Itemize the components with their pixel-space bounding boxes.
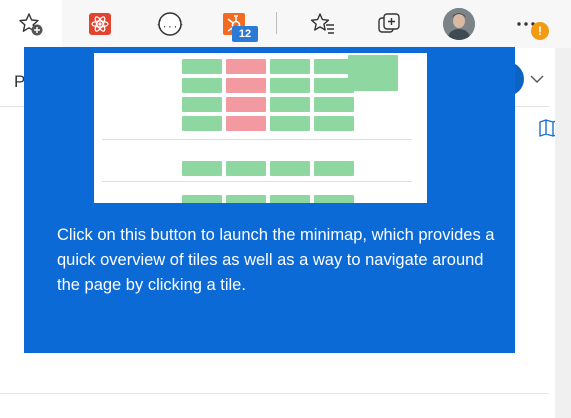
preview-tile <box>270 78 310 93</box>
add-favorite-button[interactable] <box>0 0 62 48</box>
preview-row <box>94 55 427 91</box>
preview-row <box>94 116 427 132</box>
preview-tile <box>314 116 354 131</box>
minimap-preview-image <box>94 53 427 203</box>
extension-react-button[interactable] <box>82 6 118 42</box>
preview-tile <box>270 195 310 203</box>
preview-divider <box>102 181 412 182</box>
preview-row <box>94 78 427 94</box>
extension-badge-count: 12 <box>232 26 258 42</box>
favorite-add-icon <box>19 13 43 36</box>
preview-tile <box>226 116 266 131</box>
chevron-down-icon[interactable] <box>528 70 546 88</box>
preview-row <box>94 161 427 177</box>
svg-text:{...}: {...} <box>157 21 183 31</box>
preview-tile <box>226 161 266 176</box>
extension-json-icon: {...} <box>157 12 183 36</box>
preview-tile <box>182 195 222 203</box>
minimap-teaching-popup: Click on this button to launch the minim… <box>24 47 515 353</box>
extension-react-icon <box>89 13 111 35</box>
preview-tile <box>226 195 266 203</box>
update-alert-badge: ! <box>531 22 549 40</box>
favorites-button[interactable] <box>305 6 341 42</box>
preview-tile <box>270 59 310 74</box>
collections-button[interactable] <box>371 6 407 42</box>
preview-row <box>94 97 427 113</box>
preview-tile <box>182 161 222 176</box>
preview-divider <box>102 139 412 140</box>
preview-tile <box>226 97 266 112</box>
profile-avatar[interactable] <box>443 8 475 40</box>
preview-tile <box>314 78 354 93</box>
page-scrollbar[interactable] <box>555 48 571 418</box>
preview-tile <box>314 97 354 112</box>
preview-row <box>94 195 427 203</box>
preview-tile <box>182 59 222 74</box>
popup-message: Click on this button to launch the minim… <box>57 226 495 294</box>
preview-tile <box>182 116 222 131</box>
collections-icon <box>378 13 400 33</box>
extension-json-button[interactable]: {...} <box>152 6 188 42</box>
preview-tile <box>270 161 310 176</box>
favorites-icon <box>310 13 334 34</box>
preview-tile <box>226 78 266 93</box>
preview-tile <box>226 59 266 74</box>
preview-tile <box>182 97 222 112</box>
preview-tile <box>270 97 310 112</box>
person-icon <box>443 8 475 40</box>
preview-tile <box>314 161 354 176</box>
preview-tile <box>182 78 222 93</box>
toolbar-separator <box>276 12 277 34</box>
divider <box>0 393 549 394</box>
preview-tile <box>270 116 310 131</box>
preview-tile <box>314 195 354 203</box>
browser-toolbar: {...} 12 ! <box>0 0 571 48</box>
